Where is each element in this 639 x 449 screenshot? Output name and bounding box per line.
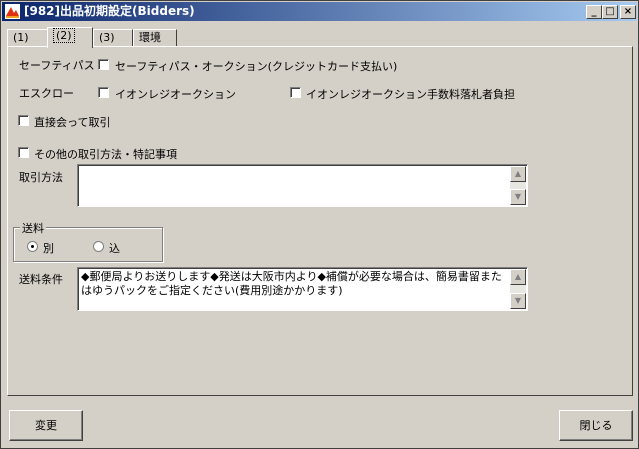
title-bar[interactable]: [982]出品初期設定(Bidders) _ □ × (2, 2, 637, 21)
close-window-button[interactable]: × (620, 5, 636, 19)
tab-label: (1) (13, 31, 29, 44)
tab-environment[interactable]: 環境 (133, 29, 177, 47)
tab-label: (3) (99, 31, 115, 44)
tab-label: (2) (53, 28, 75, 43)
close-button[interactable]: 閉じる (559, 410, 633, 441)
tab-2[interactable]: (2) (47, 27, 93, 48)
tab-3[interactable]: (3) (93, 29, 133, 47)
minimize-button[interactable]: _ (586, 5, 602, 19)
change-button[interactable]: 変更 (9, 410, 83, 441)
main-window: [982]出品初期設定(Bidders) _ □ × (1) (2) (3) 環… (0, 0, 639, 449)
app-icon (5, 4, 20, 19)
maximize-button[interactable]: □ (602, 5, 618, 19)
tab-label: 環境 (139, 31, 161, 44)
window-title: [982]出品初期設定(Bidders) (24, 4, 195, 18)
tab-panel (7, 46, 633, 396)
tab-1[interactable]: (1) (7, 29, 49, 47)
